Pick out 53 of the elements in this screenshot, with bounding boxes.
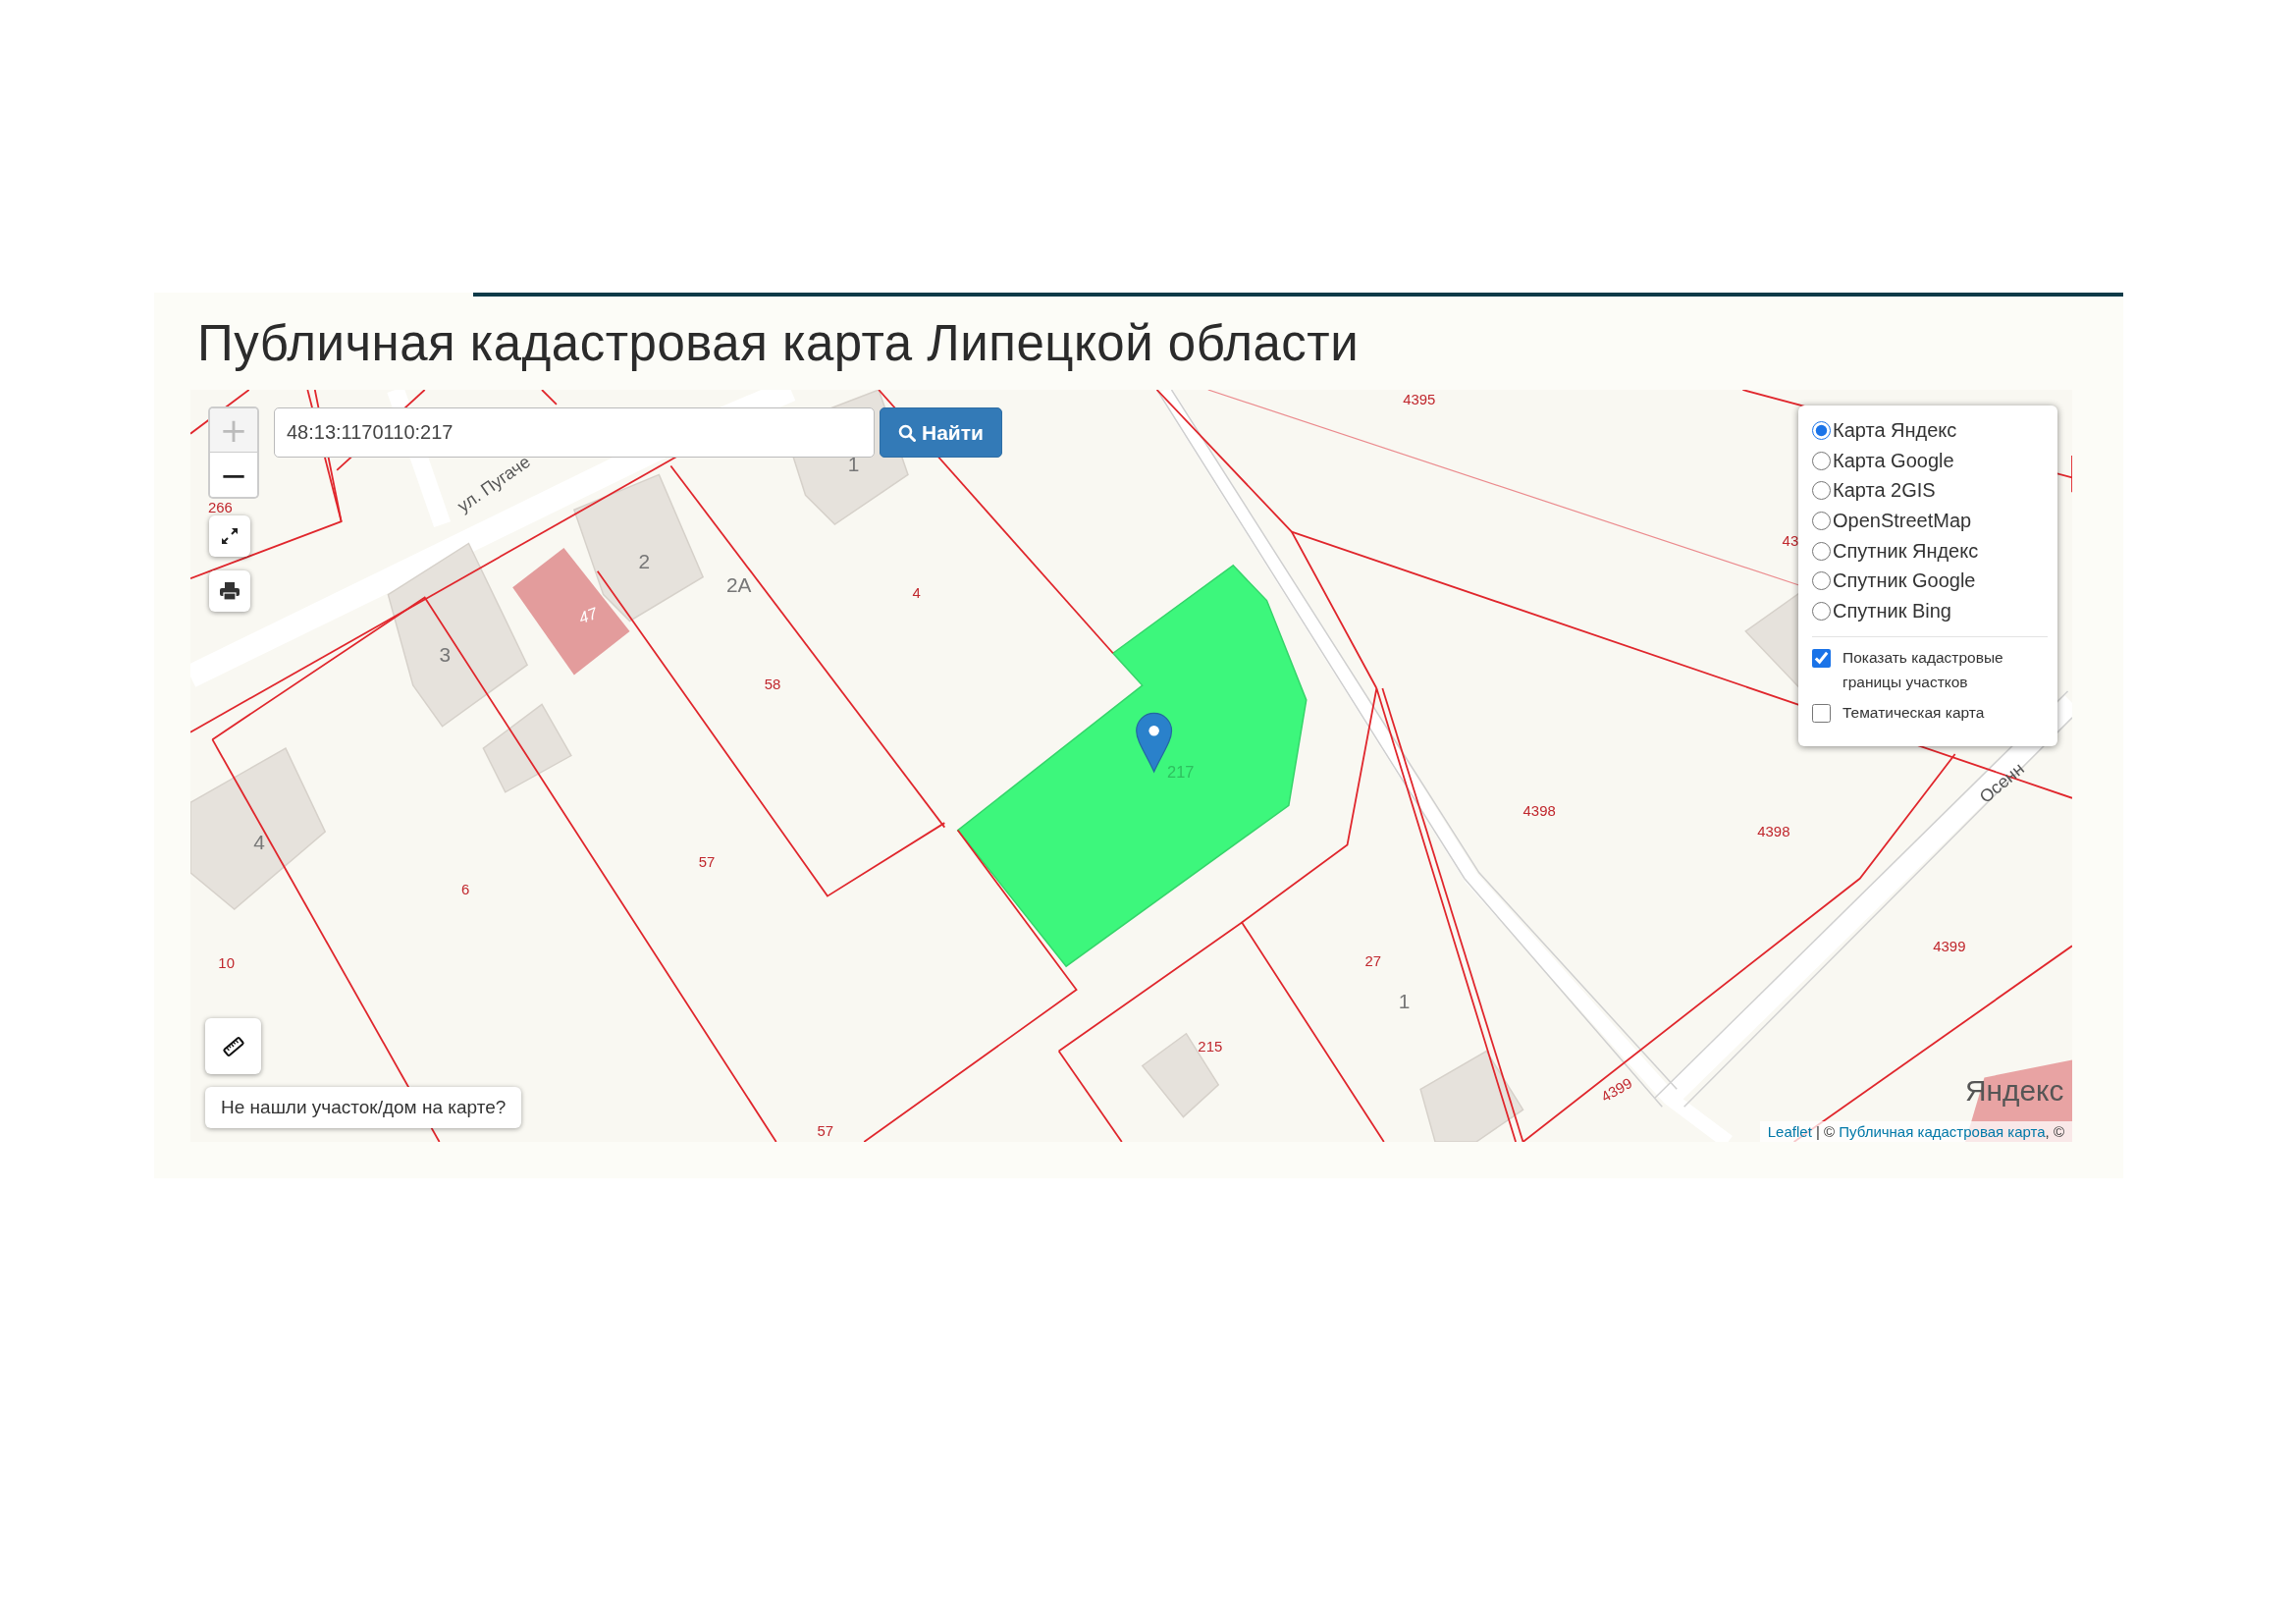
parcel-number: 47 <box>576 604 600 627</box>
layer-label[interactable]: Спутник Яндекс <box>1833 539 1979 563</box>
parcel-number: 6 <box>461 882 470 898</box>
parcel-number: 58 <box>764 677 781 693</box>
building-number: 2A <box>726 572 752 596</box>
parcel-number: 10 <box>218 954 235 971</box>
search-field[interactable]: 48:13:1170110:217 <box>274 407 875 458</box>
search-button[interactable]: Найти <box>880 407 1002 458</box>
overlay-label[interactable]: Тематическая карта <box>1842 699 1985 725</box>
parcel-number: 4399 <box>1598 1074 1635 1106</box>
not-found-button[interactable]: Не нашли участок/дом на карте? <box>205 1087 522 1128</box>
layer-radio[interactable] <box>1812 420 1831 440</box>
parcel-number: 215 <box>1198 1038 1223 1055</box>
search-icon <box>898 423 916 442</box>
building-number: 2 <box>638 549 651 572</box>
layer-label[interactable]: Спутник Bing <box>1833 599 1951 623</box>
print-button[interactable] <box>209 570 250 612</box>
expand-icon <box>220 526 240 546</box>
parcel-number: 266 <box>207 500 233 516</box>
parcel-number: 4 <box>912 584 921 601</box>
measure-button[interactable] <box>205 1018 261 1074</box>
parcel-number: 57 <box>817 1123 834 1140</box>
printer-icon <box>219 581 240 601</box>
overlay-label[interactable]: Показать кадастровые границы участков <box>1842 644 2048 694</box>
overlay-checkbox[interactable] <box>1812 648 1831 668</box>
parcel-number: 4398 <box>1757 823 1790 839</box>
parcel-number: 217 <box>1167 762 1195 781</box>
layer-label[interactable]: Карта 2GIS <box>1833 479 1936 503</box>
layer-label[interactable]: OpenStreetMap <box>1833 509 1972 532</box>
parcel-number: 27 <box>1364 953 1382 970</box>
parcel-number: 4399 <box>1933 939 1966 955</box>
layer-radio[interactable] <box>1812 511 1831 530</box>
parcel-number: 4398 <box>1522 802 1556 819</box>
layer-label[interactable]: Карта Яндекс <box>1833 418 1957 442</box>
layer-radio[interactable] <box>1812 451 1831 470</box>
parcel-number: 4395 <box>1403 391 1436 407</box>
map-attribution: Leaflet | © Публичная кадастровая карта, © <box>1759 1121 2072 1142</box>
attribution-link[interactable]: Публичная кадастровая карта <box>1839 1123 2046 1140</box>
building-number: 4 <box>253 830 265 853</box>
parcel-number: 43 <box>1782 533 1799 550</box>
building-number: 3 <box>439 643 452 667</box>
layer-label[interactable]: Спутник Google <box>1833 569 1976 593</box>
layer-label[interactable]: Карта Google <box>1833 449 1954 472</box>
layer-radio[interactable] <box>1812 601 1831 621</box>
parcel-number: 57 <box>698 853 716 870</box>
building-number: 1 <box>1398 990 1411 1013</box>
overlay-checkbox[interactable] <box>1812 703 1831 723</box>
attribution-link[interactable]: Leaflet <box>1767 1123 1812 1140</box>
page-title: Публичная кадастровая карта Липецкой области <box>197 314 1360 372</box>
layer-radio[interactable] <box>1812 541 1831 561</box>
layer-radio[interactable] <box>1812 481 1831 501</box>
layer-radio[interactable] <box>1812 571 1831 591</box>
fullscreen-button[interactable] <box>209 515 250 557</box>
